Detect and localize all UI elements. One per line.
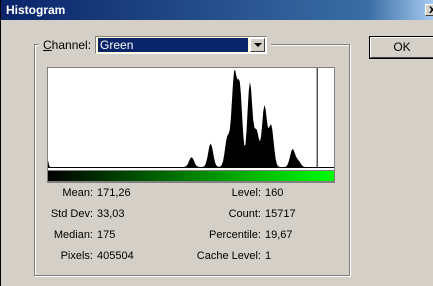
ok-button[interactable]: OK	[370, 37, 433, 58]
channel-select[interactable]: Green	[95, 36, 268, 54]
stat-label: Count:	[228, 208, 261, 220]
chevron-down-icon[interactable]	[250, 38, 266, 52]
stat-value: 171,26	[97, 187, 131, 199]
histogram-svg	[48, 68, 334, 168]
title-bar[interactable]: Histogram X	[1, 0, 433, 20]
stat-value: 19,67	[265, 229, 293, 241]
stat-label: Percentile:	[209, 229, 261, 241]
stat-label: Std Dev:	[50, 208, 93, 220]
channel-legend: Channel: Green	[39, 35, 272, 55]
stat-label: Mean:	[62, 187, 93, 199]
channel-selected-value: Green	[97, 37, 250, 53]
histogram-shape	[48, 70, 334, 168]
stat-value: 15717	[265, 208, 296, 220]
histogram-dialog: Histogram X Channel: Green OK Mean: 171,…	[1, 0, 433, 286]
stat-value: 405504	[97, 250, 134, 262]
stat-value: 160	[265, 187, 284, 199]
stat-value: 175	[97, 229, 116, 241]
stat-label: Pixels:	[60, 250, 93, 262]
channel-label-rest: hannel:	[51, 38, 92, 52]
histogram-graph[interactable]	[47, 67, 335, 183]
stat-value: 33,03	[97, 208, 125, 220]
stat-value: 1	[265, 250, 272, 262]
channel-label: Channel:	[43, 38, 91, 52]
stat-label: Level:	[231, 187, 261, 199]
stat-label: Median:	[53, 229, 93, 241]
close-icon[interactable]: X	[425, 4, 433, 16]
window-title: Histogram	[6, 3, 66, 17]
channel-gradient-bar	[47, 170, 335, 182]
channel-label-accel: C	[43, 38, 52, 52]
stat-label: Cache Level:	[196, 250, 261, 262]
